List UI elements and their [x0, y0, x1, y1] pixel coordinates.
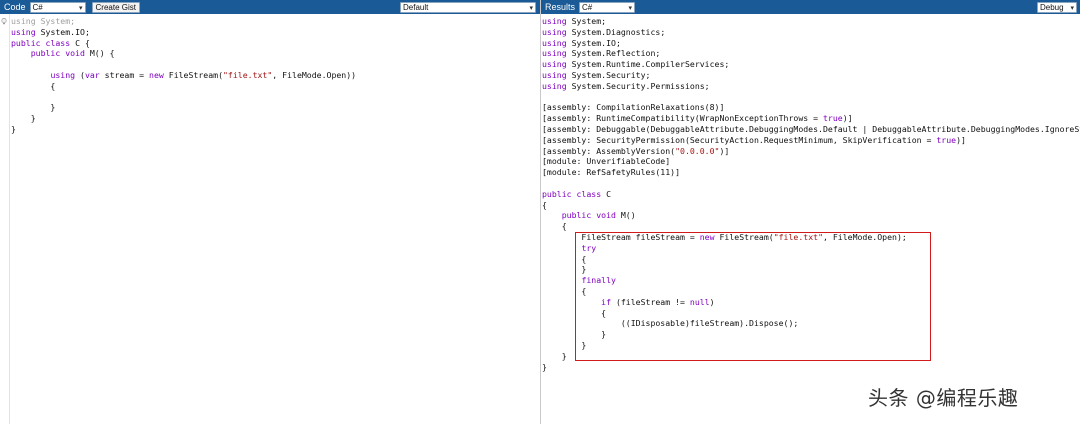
chevron-down-icon: ▾	[79, 4, 83, 12]
source-code-line: using System;	[11, 16, 76, 26]
results-code-line: [assembly: AssemblyVersion("0.0.0.0")]	[542, 145, 730, 156]
results-code-line: [assembly: SecurityPermission(SecurityAc…	[542, 134, 966, 145]
results-code-line: [module: UnverifiableCode]	[542, 156, 671, 167]
source-code-line: }	[11, 113, 36, 124]
results-code-line: ​	[542, 178, 1080, 189]
results-code-line: using System.Security.Permissions;	[542, 80, 710, 91]
template-select[interactable]: Default ▾	[400, 1, 536, 13]
results-code-line: using System;	[542, 16, 607, 26]
chevron-down-icon: ▾	[529, 4, 533, 12]
results-code-line: using System.Reflection;	[542, 48, 661, 59]
results-language-value: C#	[582, 2, 593, 12]
source-code-line: public void M() {	[30, 48, 115, 59]
source-code-editor[interactable]: using System; using System.IO; public clas…	[11, 16, 356, 135]
template-value: Default	[403, 2, 429, 12]
results-code-line: [assembly: RuntimeCompatibility(WrapNonE…	[542, 113, 853, 124]
build-mode-value: Debug	[1040, 2, 1064, 12]
results-language-select[interactable]: C# ▾	[579, 1, 636, 13]
source-code-line: using (var stream = new FileStream("file…	[50, 69, 357, 80]
code-language-select[interactable]: C# ▾	[29, 1, 86, 13]
highlight-annotation-box	[575, 232, 931, 361]
results-code-line: {	[542, 221, 567, 232]
lightbulb-icon[interactable]	[1, 18, 7, 25]
results-code-line: using System.Diagnostics;	[542, 26, 666, 37]
results-code-line: using System.Security;	[542, 69, 651, 80]
pane-divider[interactable]	[540, 0, 541, 424]
results-label: Results	[545, 2, 576, 12]
results-code-line: public class C	[542, 188, 612, 199]
source-code-line: }	[11, 102, 56, 113]
source-code-line: public class C {	[11, 37, 90, 48]
results-code-line: using System.IO;	[542, 37, 621, 48]
results-code-line: ​	[542, 92, 1080, 103]
source-code-line: ​	[11, 59, 356, 70]
build-mode-select[interactable]: Debug ▾	[1037, 1, 1077, 13]
code-toolbar: Code C# ▾ Create Gist Default ▾	[0, 0, 540, 14]
results-code-line: [module: RefSafetyRules(11)]	[542, 167, 681, 178]
results-toolbar: Results C# ▾ Debug ▾	[541, 0, 1080, 14]
results-code-line: [assembly: CompilationRelaxations(8)]	[542, 102, 725, 113]
source-code-line: using System.IO;	[11, 26, 90, 37]
create-gist-button[interactable]: Create Gist	[91, 1, 140, 13]
source-code-line: ​	[11, 92, 356, 103]
source-code-line: {	[11, 80, 56, 91]
watermark-text: 头条 @编程乐趣	[868, 386, 1019, 410]
code-language-value: C#	[32, 2, 43, 12]
chevron-down-icon: ▾	[628, 4, 633, 12]
results-code-line: {	[542, 199, 547, 210]
source-code-line: }	[11, 123, 16, 134]
code-label: Code	[4, 2, 26, 12]
create-gist-label: Create Gist	[95, 2, 136, 12]
results-code-line: }	[542, 361, 547, 372]
results-code-line: using System.Runtime.CompilerServices;	[542, 59, 730, 70]
results-code-line: public void M()	[561, 210, 636, 221]
editor-gutter	[0, 14, 10, 424]
results-code-line: [assembly: Debuggable(DebuggableAttribut…	[542, 123, 1080, 134]
chevron-down-icon: ▾	[1070, 4, 1074, 12]
